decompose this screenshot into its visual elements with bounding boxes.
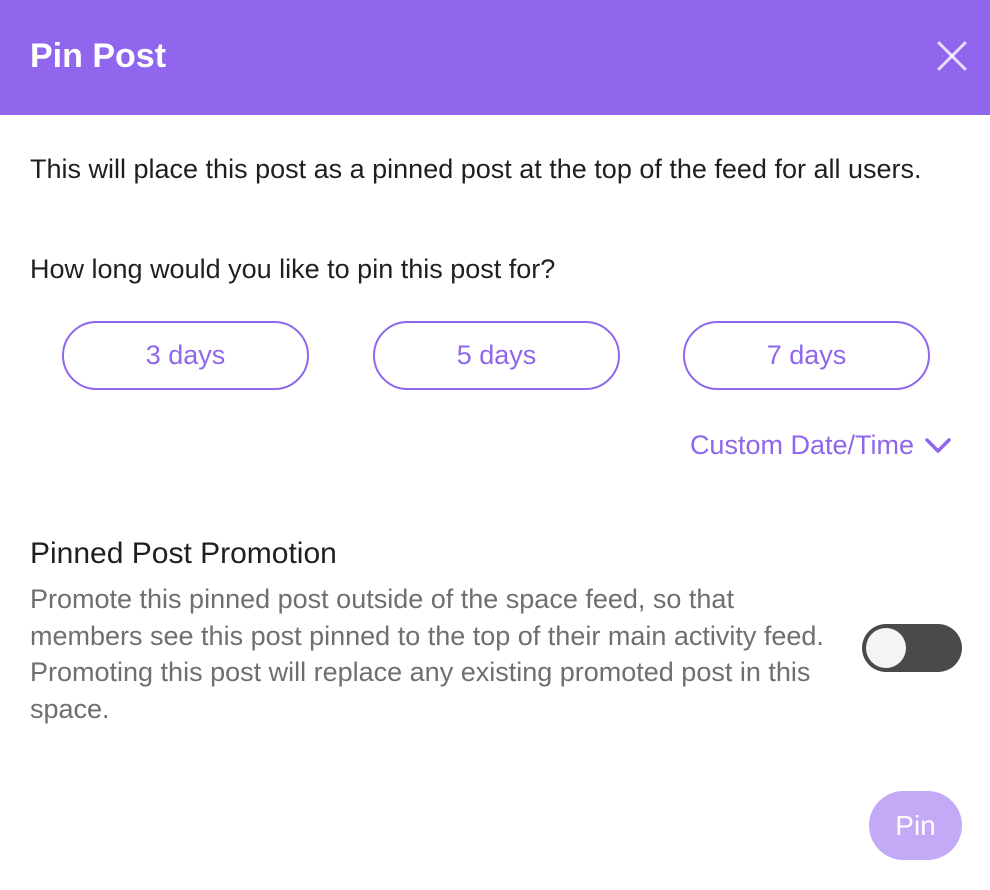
custom-date-time-label: Custom Date/Time: [689, 429, 914, 460]
promotion-title: Pinned Post Promotion: [30, 537, 337, 570]
promotion-toggle[interactable]: [862, 624, 962, 672]
dialog-description: This will place this post as a pinned po…: [30, 154, 922, 184]
duration-7-days-button[interactable]: 7 days: [683, 321, 930, 390]
pin-button[interactable]: Pin: [869, 791, 962, 860]
duration-3-days-button[interactable]: 3 days: [62, 321, 309, 390]
dialog-header: Pin Post: [0, 0, 990, 115]
toggle-knob: [866, 628, 906, 668]
promotion-description: Promote this pinned post outside of the …: [30, 584, 824, 724]
pin-post-dialog: Pin Post This will place this post as a …: [0, 0, 990, 890]
dialog-title: Pin Post: [30, 37, 167, 75]
duration-question: How long would you like to pin this post…: [30, 254, 556, 284]
custom-date-time-toggle[interactable]: Custom Date/Time: [690, 426, 952, 464]
chevron-down-icon: [924, 435, 952, 455]
duration-5-days-button[interactable]: 5 days: [373, 321, 620, 390]
close-icon: [937, 41, 967, 71]
close-button[interactable]: [928, 32, 976, 80]
